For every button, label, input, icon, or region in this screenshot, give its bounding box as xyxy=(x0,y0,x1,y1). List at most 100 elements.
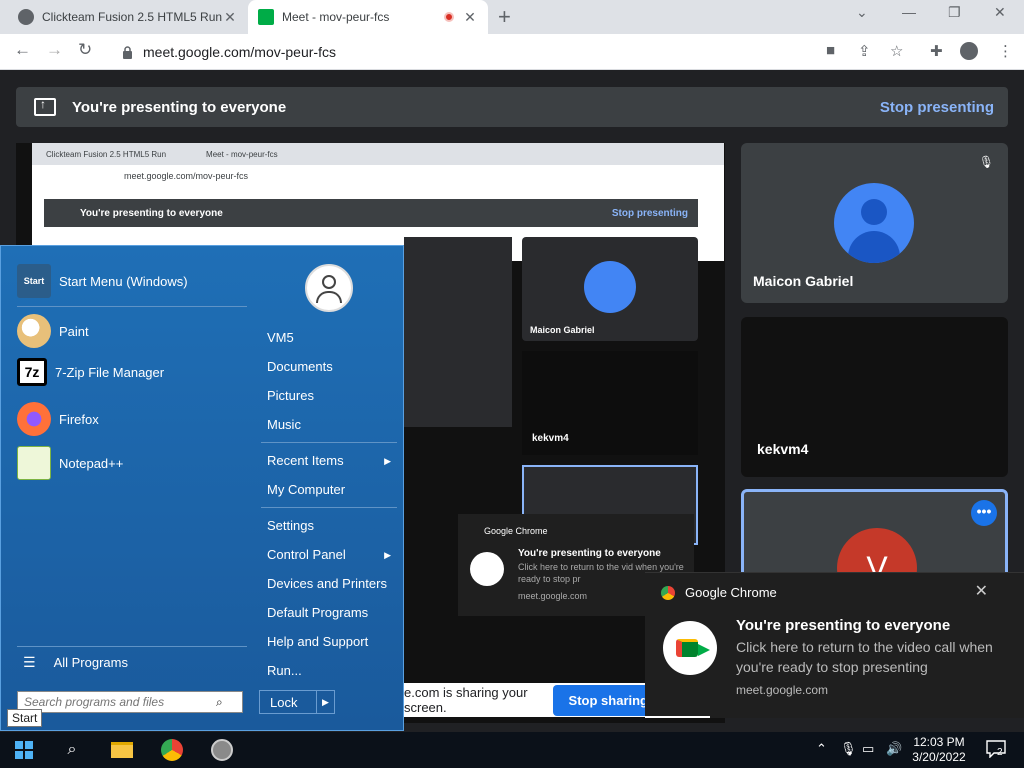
volume-icon[interactable]: 🔊 xyxy=(886,741,902,757)
menu-run[interactable]: Run... xyxy=(267,663,302,678)
action-center-icon[interactable]: 2 xyxy=(986,740,1008,759)
reload-icon[interactable]: ↻ xyxy=(78,40,92,60)
menu-recent-items[interactable]: Recent Items xyxy=(267,453,344,468)
user-picture-icon[interactable] xyxy=(305,264,353,312)
separator xyxy=(261,507,397,508)
mini-url: meet.google.com/mov-peur-fcs xyxy=(124,171,249,181)
tab-title: Clickteam Fusion 2.5 HTML5 Run xyxy=(42,10,222,24)
close-icon[interactable]: ✕ xyxy=(222,9,238,26)
new-tab-icon[interactable]: + xyxy=(498,4,511,30)
chevron-down-icon[interactable]: ⌄ xyxy=(856,4,868,21)
camera-icon[interactable]: ■ xyxy=(826,42,835,59)
close-icon[interactable]: ✕ xyxy=(975,581,988,601)
star-icon[interactable]: ☆ xyxy=(890,42,903,60)
pinned-7zip[interactable]: 7z 7-Zip File Manager xyxy=(17,358,164,386)
restore-icon[interactable]: ❐ xyxy=(948,4,961,21)
participant-tile[interactable]: 🎙 Maicon Gabriel xyxy=(741,143,1008,303)
meet-icon xyxy=(258,9,274,25)
minimize-icon[interactable]: — xyxy=(902,4,916,20)
more-options-icon[interactable]: ••• xyxy=(971,500,997,526)
menu-pictures[interactable]: Pictures xyxy=(267,388,314,403)
menu-devices-printers[interactable]: Devices and Printers xyxy=(267,576,387,591)
taskbar: ⌕ ⌃ 🎙 ▭ 🔊 12:03 PM 3/20/2022 2 xyxy=(0,732,1024,768)
start-menu-left: Start Start Menu (Windows) Paint 7z 7-Zi… xyxy=(5,250,255,688)
mini-tab-1: Clickteam Fusion 2.5 HTML5 Run xyxy=(46,149,167,159)
profile-icon[interactable] xyxy=(960,42,978,60)
menu-help-support[interactable]: Help and Support xyxy=(267,634,368,649)
url-text: meet.google.com/mov-peur-fcs xyxy=(143,44,336,60)
chrome-notification[interactable]: Google Chrome ✕ You're presenting to eve… xyxy=(645,572,1024,718)
banner-text: You're presenting to everyone xyxy=(72,98,287,116)
participant-tile-v[interactable]: ••• V xyxy=(741,489,1008,579)
menu-settings[interactable]: Settings xyxy=(267,518,314,533)
pinned-label: 7-Zip File Manager xyxy=(55,364,165,380)
microphone-icon[interactable]: 🎙 xyxy=(840,741,857,757)
pinned-paint[interactable]: Paint xyxy=(17,314,89,348)
all-programs-label: All Programs xyxy=(53,655,128,670)
tab-clickteam[interactable]: Clickteam Fusion 2.5 HTML5 Run ✕ xyxy=(8,0,248,34)
chrome-icon[interactable] xyxy=(150,732,194,768)
search-input[interactable] xyxy=(18,695,214,709)
self-view-tile[interactable]: kekvm4 xyxy=(741,317,1008,477)
notification-body: Click here to return to the video call w… xyxy=(736,639,993,675)
separator xyxy=(17,306,247,307)
search-icon[interactable]: ⌕ xyxy=(50,732,94,768)
menu-my-computer[interactable]: My Computer xyxy=(267,482,345,497)
lock-label: Lock xyxy=(270,694,298,710)
menu-default-programs[interactable]: Default Programs xyxy=(267,605,368,620)
notepad-plus-plus-icon xyxy=(17,446,51,480)
pinned-start-menu[interactable]: Start Start Menu (Windows) xyxy=(17,264,188,298)
notification-app: Google Chrome xyxy=(685,585,777,600)
notification-title: You're presenting to everyone xyxy=(736,617,951,634)
back-icon[interactable]: ← xyxy=(14,40,31,60)
network-icon[interactable]: ▭ xyxy=(862,741,874,757)
extensions-icon[interactable]: ✚ xyxy=(930,42,943,60)
menu-control-panel[interactable]: Control Panel xyxy=(267,547,346,562)
submenu-arrow-icon: ▶ xyxy=(384,550,391,560)
file-explorer-icon[interactable] xyxy=(100,732,144,768)
pinned-firefox[interactable]: Firefox xyxy=(17,402,99,436)
progress-bar xyxy=(645,716,710,718)
browser-toolbar: ← → ↻ meet.google.com/mov-peur-fcs ■ ⇪ ☆… xyxy=(0,34,1024,70)
lock-button[interactable]: Lock ▶ xyxy=(259,690,335,714)
address-bar[interactable]: meet.google.com/mov-peur-fcs xyxy=(108,38,808,66)
present-screen-icon xyxy=(34,97,56,116)
pinned-notepad[interactable]: Notepad++ xyxy=(17,446,123,480)
chevron-right-icon[interactable]: ▶ xyxy=(316,691,334,713)
sharing-text: e.com is sharing your screen. xyxy=(404,685,528,715)
pinned-label: Start Menu (Windows) xyxy=(59,273,188,289)
close-window-icon[interactable]: ✕ xyxy=(994,4,1006,21)
menu-user[interactable]: VM5 xyxy=(267,330,294,345)
close-icon[interactable]: ✕ xyxy=(462,9,478,26)
tab-title: Meet - mov-peur-fcs xyxy=(282,10,390,24)
forward-icon[interactable]: → xyxy=(46,40,63,60)
notification-count: 2 xyxy=(997,747,1003,758)
list-icon: ☰ xyxy=(23,654,36,670)
mini-banner: You're presenting to everyone Stop prese… xyxy=(44,199,698,227)
pinned-label: Notepad++ xyxy=(59,455,124,471)
all-programs[interactable]: ☰ All Programs xyxy=(17,654,128,671)
menu-icon[interactable]: ⋮ xyxy=(998,42,1013,60)
firefox-icon xyxy=(17,402,51,436)
paint-icon xyxy=(17,314,51,348)
start-tooltip: Start xyxy=(7,709,43,727)
lock-icon xyxy=(122,45,133,59)
browser-tab-strip: Clickteam Fusion 2.5 HTML5 Run ✕ Meet - … xyxy=(0,0,1024,34)
nested-tile-2: kekvm4 xyxy=(522,351,698,455)
mini-tab-2: Meet - mov-peur-fcs xyxy=(206,149,278,159)
7zip-icon: 7z xyxy=(17,358,47,386)
clickteam-icon[interactable] xyxy=(200,732,244,768)
clock[interactable]: 12:03 PM 3/20/2022 xyxy=(902,735,976,765)
start-button[interactable] xyxy=(2,732,46,768)
recording-icon xyxy=(444,12,454,22)
stop-presenting-button[interactable]: Stop presenting xyxy=(880,99,994,116)
menu-music[interactable]: Music xyxy=(267,417,301,432)
pinned-label: Firefox xyxy=(59,411,99,427)
share-icon[interactable]: ⇪ xyxy=(858,42,871,60)
menu-documents[interactable]: Documents xyxy=(267,359,333,374)
tab-meet[interactable]: Meet - mov-peur-fcs ✕ xyxy=(248,0,488,34)
mini-stop: Stop presenting xyxy=(611,207,688,219)
search-programs-input[interactable]: ⌕ xyxy=(17,691,243,713)
chevron-up-icon[interactable]: ⌃ xyxy=(816,741,827,757)
start-menu: Start Start Menu (Windows) Paint 7z 7-Zi… xyxy=(0,245,404,731)
